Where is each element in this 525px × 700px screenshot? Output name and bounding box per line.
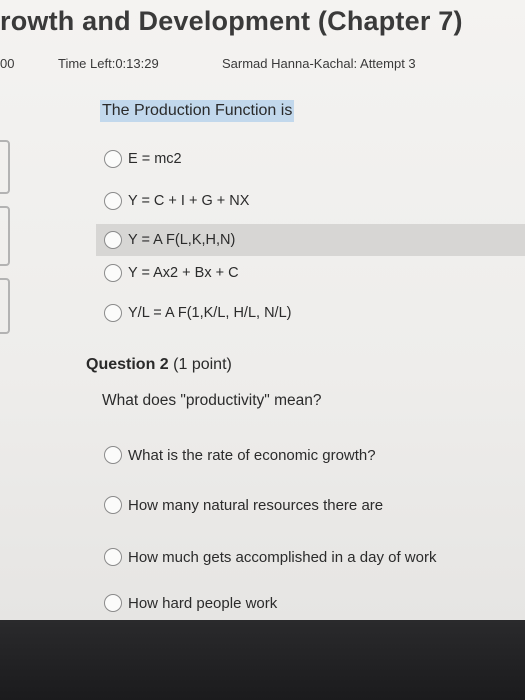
question2-label: Question 2 (86, 356, 169, 373)
q1-option-label: Y/L = A F(1,K/L, H/L, N/L) (128, 305, 292, 321)
q1-option-4[interactable]: Y = Ax2 + Bx + C (104, 264, 239, 282)
radio-button[interactable] (104, 548, 122, 566)
q1-option-label: Y = A F(L,K,H,N) (128, 232, 236, 248)
q2-option-label: How much gets accomplished in a day of w… (128, 548, 437, 566)
question2-heading: Question 2 (1 point) (86, 356, 232, 374)
q2-option-label: What is the rate of economic growth? (128, 446, 376, 464)
q1-option-label: Y = C + I + G + NX (128, 193, 250, 209)
question2-points: (1 point) (173, 356, 232, 373)
question2-prompt: What does "productivity" mean? (102, 392, 322, 409)
radio-button[interactable] (104, 192, 122, 210)
radio-button[interactable] (104, 150, 122, 168)
q2-option-3[interactable]: How much gets accomplished in a day of w… (104, 548, 436, 566)
q2-option-4[interactable]: How hard people work (104, 594, 277, 612)
side-tab[interactable] (0, 278, 10, 334)
side-tab[interactable] (0, 140, 10, 194)
q2-option-label: How hard people work (128, 594, 278, 612)
q1-option-3[interactable]: Y = A F(L,K,H,N) (96, 224, 525, 256)
radio-button[interactable] (104, 496, 122, 514)
radio-button[interactable] (104, 304, 122, 322)
q1-option-2[interactable]: Y = C + I + G + NX (104, 192, 249, 210)
score-fragment: 00 (0, 56, 15, 71)
q1-option-label: Y = Ax2 + Bx + C (128, 265, 239, 281)
q1-option-5[interactable]: Y/L = A F(1,K/L, H/L, N/L) (104, 304, 291, 322)
student-attempt: Sarmad Hanna-Kachal: Attempt 3 (222, 56, 416, 71)
time-left-timer: Time Left:0:13:29 (58, 56, 159, 71)
q2-option-2[interactable]: How many natural resources there are (104, 496, 383, 514)
q1-option-1[interactable]: E = mc2 (104, 150, 182, 168)
monitor-bezel (0, 620, 525, 700)
question1-prompt: The Production Function is (100, 100, 295, 122)
q2-option-label: How many natural resources there are (128, 496, 384, 514)
quiz-screen: rowth and Development (Chapter 7) 00 Tim… (0, 0, 525, 620)
q1-option-label: E = mc2 (128, 151, 182, 167)
radio-button[interactable] (104, 446, 122, 464)
radio-button[interactable] (104, 594, 122, 612)
side-tab[interactable] (0, 206, 10, 266)
radio-button[interactable] (104, 231, 122, 249)
radio-button[interactable] (104, 264, 122, 282)
q2-option-1[interactable]: What is the rate of economic growth? (104, 446, 376, 464)
course-title: rowth and Development (Chapter 7) (0, 6, 463, 36)
